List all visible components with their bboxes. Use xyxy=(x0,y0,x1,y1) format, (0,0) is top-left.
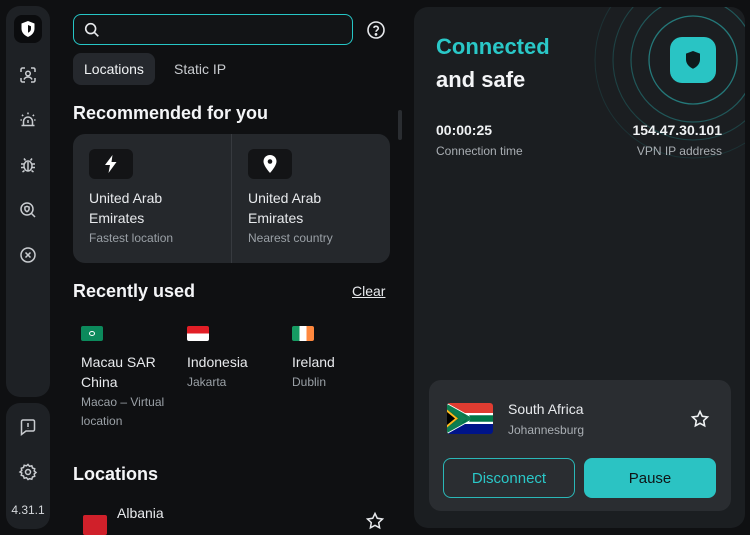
location-row-albania[interactable]: Albania xyxy=(73,500,393,535)
location-name: Albania xyxy=(117,505,164,521)
nav-feedback[interactable] xyxy=(14,413,42,441)
location-pin-icon xyxy=(263,155,277,173)
nav-threat-protection[interactable] xyxy=(14,151,42,179)
rec-card-name: United Arab Emirates xyxy=(248,190,322,226)
connection-time-label: Connection time xyxy=(436,144,523,158)
recent-item-name: Indonesia xyxy=(187,354,248,370)
nav-settings[interactable] xyxy=(14,458,42,486)
nav-close[interactable] xyxy=(14,241,42,269)
search-box xyxy=(73,14,353,45)
shield-icon xyxy=(686,51,700,69)
star-icon[interactable] xyxy=(365,511,385,531)
recent-item-name: Macau SAR China xyxy=(81,354,156,390)
tab-locations[interactable]: Locations xyxy=(73,53,155,85)
recommended-heading: Recommended for you xyxy=(73,103,269,123)
rec-card-subtitle: Nearest country xyxy=(248,231,333,245)
south-africa-flag-icon xyxy=(447,403,493,434)
ireland-flag-icon xyxy=(292,326,314,341)
recommended-card-fastest[interactable]: United Arab Emirates Fastest location xyxy=(73,134,231,263)
recent-item-indonesia[interactable]: Indonesia Jakarta xyxy=(187,326,287,392)
recent-item-subtitle: Dublin xyxy=(292,375,327,389)
recent-item-subtitle: Jakarta xyxy=(187,375,227,389)
pause-button[interactable]: Pause xyxy=(584,458,716,498)
recommended-cards: United Arab Emirates Fastest location Un… xyxy=(73,134,390,263)
locations-heading: Locations xyxy=(73,464,159,484)
gear-icon xyxy=(18,463,38,481)
recent-item-macau[interactable]: Macau SAR China Macao – Virtual location xyxy=(81,326,181,431)
recent-item-subtitle: Macao – Virtual location xyxy=(81,395,165,428)
nav-dark-web-monitor[interactable] xyxy=(14,196,42,224)
help-icon[interactable] xyxy=(366,20,386,40)
nav-alerts[interactable] xyxy=(14,106,42,134)
search-icon xyxy=(84,22,99,37)
side-nav xyxy=(6,6,50,397)
shield-icon xyxy=(21,21,35,37)
connection-panel: Connected and safe 00:00:25 Connection t… xyxy=(414,7,745,528)
feedback-icon xyxy=(20,419,36,437)
siren-icon xyxy=(20,112,36,127)
side-nav-bottom: 4.31.1 xyxy=(6,403,50,529)
vpn-ip-label: VPN IP address xyxy=(636,144,722,158)
status-safe: and safe xyxy=(436,67,526,92)
recent-item-ireland[interactable]: Ireland Dublin xyxy=(292,326,392,392)
indonesia-flag-icon xyxy=(187,326,209,341)
bolt-icon xyxy=(105,155,117,173)
recommended-card-nearest[interactable]: United Arab Emirates Nearest country xyxy=(232,134,390,263)
scrollbar-thumb[interactable] xyxy=(398,110,402,140)
connected-country: South Africa xyxy=(508,401,584,417)
connection-time-value: 00:00:25 xyxy=(436,122,493,138)
current-location-card: South Africa Johannesburg Disconnect Pau… xyxy=(429,380,731,511)
rec-icon-box xyxy=(89,149,133,179)
recently-used-heading: Recently used xyxy=(73,281,196,301)
rec-card-name: United Arab Emirates xyxy=(89,190,163,226)
vpn-status-badge xyxy=(670,37,716,83)
albania-flag-icon xyxy=(83,515,107,535)
disconnect-button[interactable]: Disconnect xyxy=(443,458,575,498)
status-connected: Connected xyxy=(436,34,550,59)
favorite-star-icon[interactable] xyxy=(690,409,710,429)
vpn-ip-value: 154.47.30.101 xyxy=(632,122,722,138)
magnifier-shield-icon xyxy=(20,202,36,218)
connected-city: Johannesburg xyxy=(508,423,585,437)
face-scan-icon xyxy=(20,67,36,83)
clear-recent-button[interactable]: Clear xyxy=(352,283,385,299)
nav-vpn[interactable] xyxy=(14,15,42,43)
rec-icon-box xyxy=(248,149,292,179)
macau-flag-icon xyxy=(81,326,103,341)
close-circle-icon xyxy=(20,247,36,263)
recent-item-name: Ireland xyxy=(292,354,335,370)
app-version: 4.31.1 xyxy=(11,503,45,517)
bug-icon xyxy=(21,158,35,173)
search-input[interactable] xyxy=(109,21,339,38)
rec-card-subtitle: Fastest location xyxy=(89,231,174,245)
tab-static-ip[interactable]: Static IP xyxy=(163,53,237,85)
nav-identity[interactable] xyxy=(14,61,42,89)
